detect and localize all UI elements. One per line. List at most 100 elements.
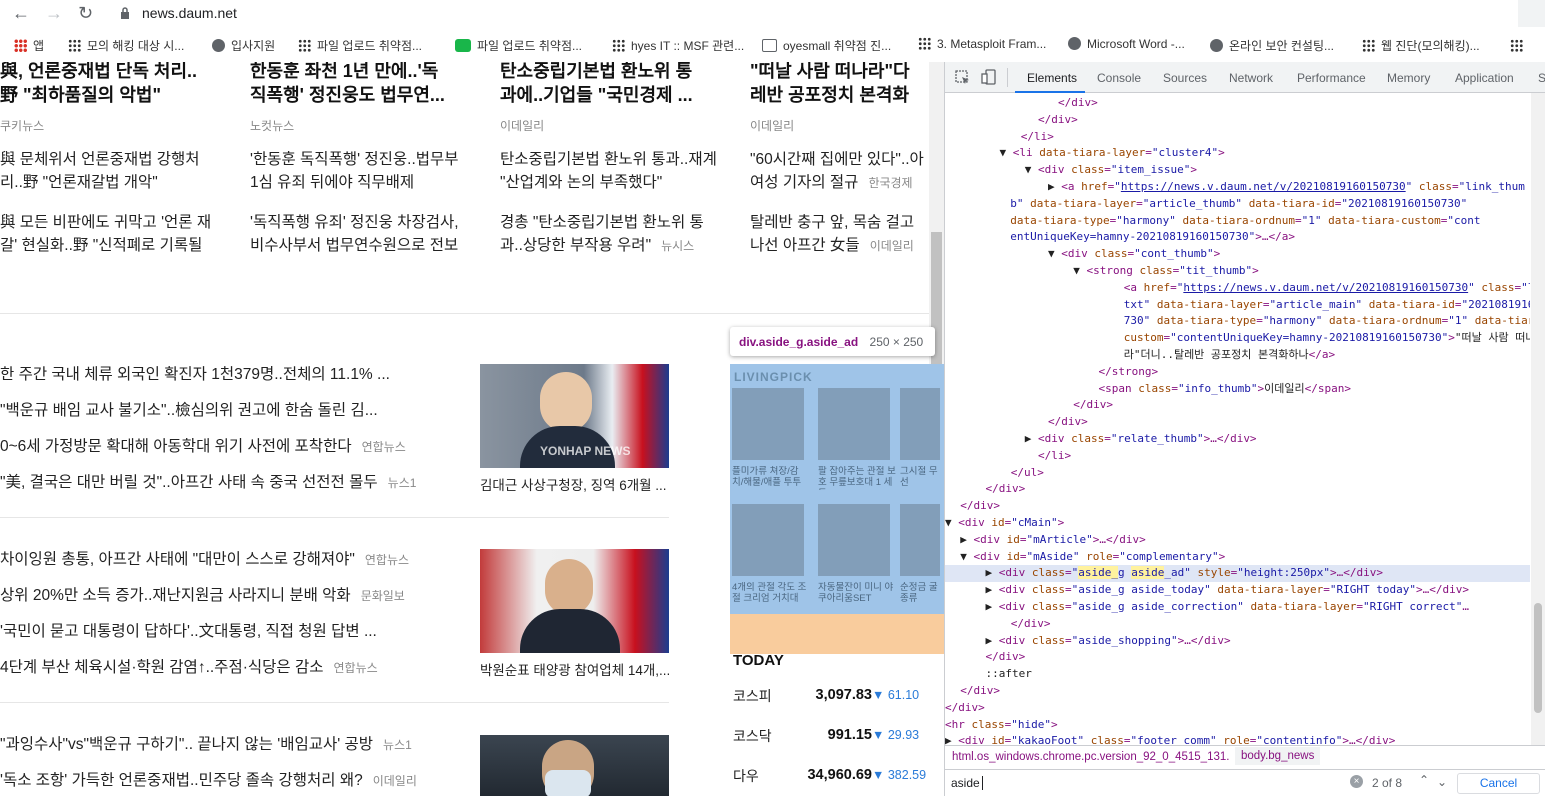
dom-node-line[interactable]: ::after: [945, 666, 1530, 683]
reload-icon[interactable]: ↻: [78, 4, 93, 22]
headline-item[interactable]: 0~6세 가정방문 확대해 아동학대 위기 사전에 포착한다 연합뉴스: [0, 434, 440, 456]
headline-text[interactable]: 차이잉원 총통, 아프간 사태에 "대만이 스스로 강해져야": [0, 551, 355, 568]
bookmark-item[interactable]: 파일 업로드 취약점...: [455, 37, 582, 54]
dom-node-line[interactable]: </div>: [945, 95, 1530, 112]
related-news-line[interactable]: "산업계와 논의 부족했다": [500, 171, 730, 194]
dom-node-line[interactable]: b" data-tiara-layer="article_thumb" data…: [945, 196, 1530, 213]
bookmark-item[interactable]: 모의 해킹 대상 시...: [68, 37, 184, 54]
dom-node-line[interactable]: </div>: [945, 649, 1530, 666]
devtools-tab-s[interactable]: S: [1538, 71, 1545, 85]
dom-node-line[interactable]: </div>: [945, 683, 1530, 700]
forward-icon[interactable]: →: [45, 4, 63, 22]
dom-node-line[interactable]: entUniqueKey=hamny-20210819160150730">…<…: [945, 229, 1530, 246]
devtools-tab-application[interactable]: Application: [1455, 71, 1514, 85]
dom-node-line[interactable]: </div>: [945, 481, 1530, 498]
index-name[interactable]: 다우: [733, 766, 759, 786]
ad-product-label[interactable]: 자동물잔이 미니 야쿠아리움SET: [818, 582, 898, 606]
dom-node-line[interactable]: </div>: [945, 616, 1530, 633]
related-news-text[interactable]: 갈' 현실화..野 "신적폐로 기록될: [0, 237, 202, 254]
related-news-line[interactable]: 비수사부서 법무연수원으로 전보: [250, 234, 480, 257]
related-news-line[interactable]: 갈' 현실화..野 "신적폐로 기록될: [0, 234, 230, 257]
related-news-line[interactable]: "60시간째 집에만 있다"..아: [750, 148, 944, 171]
bookmark-item[interactable]: Microsoft Word -...: [1068, 37, 1185, 51]
related-news-line[interactable]: 與 모든 비판에도 귀막고 '언론 재: [0, 211, 230, 234]
related-news-line[interactable]: 탄소중립기본법 환노위 통과..재계: [500, 148, 730, 171]
news-title-line[interactable]: 野 "최하품질의 악법": [0, 82, 230, 109]
dom-node-line[interactable]: </div>: [945, 397, 1530, 414]
dom-node-line[interactable]: <a href="https://news.v.daum.net/v/20210…: [945, 280, 1530, 297]
dom-node-line[interactable]: ▶ <div class="aside_shopping">…</div>: [945, 633, 1530, 650]
related-news-text[interactable]: 경총 "탄소중립기본법 환노위 통: [500, 214, 704, 231]
news-thumbnail[interactable]: YONHAP NEWS: [480, 364, 669, 468]
related-news-text[interactable]: 탄소중립기본법 환노위 통과..재계: [500, 151, 717, 168]
index-name[interactable]: 코스닥: [733, 726, 772, 746]
news-title-line[interactable]: 레반 공포정치 본격화: [750, 82, 944, 109]
headline-item[interactable]: 한 주간 국내 체류 외국인 확진자 1천379명..전체의 11.1% ...: [0, 362, 440, 384]
related-news-line[interactable]: 여성 기자의 절규 한국경제: [750, 171, 944, 195]
headline-item[interactable]: "과잉수사"vs"백운규 구하기".. 끝나지 않는 '배임교사' 공방 뉴스1: [0, 732, 440, 754]
bookmark-item[interactable]: oyesmall 취약점 진...: [762, 37, 891, 54]
dom-node-line[interactable]: 730" data-tiara-type="harmony" data-tiar…: [945, 313, 1530, 330]
headline-item[interactable]: '국민이 묻고 대통령이 답하다'..文대통령, 직접 청원 답변 ...: [0, 619, 440, 641]
dom-node-line[interactable]: ▼ <li data-tiara-layer="cluster4">: [945, 145, 1530, 162]
related-news-text[interactable]: "60시간째 집에만 있다"..아: [750, 151, 924, 168]
find-cancel-button[interactable]: Cancel: [1457, 773, 1540, 794]
dom-node-line[interactable]: </ul>: [945, 465, 1530, 482]
breadcrumb-html[interactable]: html.os_windows.chrome.pc.version_92_0_4…: [952, 751, 1229, 763]
related-news-text[interactable]: '독직폭행 유죄' 정진웅 차장검사,: [250, 214, 459, 231]
related-news-text[interactable]: 비수사부서 법무연수원으로 전보: [250, 237, 458, 254]
headline-text[interactable]: '국민이 묻고 대통령이 답하다'..文대통령, 직접 청원 답변 ...: [0, 623, 377, 640]
related-news-text[interactable]: 與 모든 비판에도 귀막고 '언론 재: [0, 214, 211, 231]
bookmark-item[interactable]: 웹 진단(모의해킹)...: [1362, 37, 1480, 54]
related-news-text[interactable]: 1심 유죄 뒤에야 직무배제: [250, 174, 414, 191]
dom-node-line[interactable]: </li>: [945, 129, 1530, 146]
headline-item[interactable]: 상위 20%만 소득 증가..재난지원금 사라지니 분배 악화 문화일보: [0, 583, 440, 605]
inspect-element-icon[interactable]: [955, 70, 971, 86]
related-news-text[interactable]: "산업계와 논의 부족했다": [500, 174, 662, 191]
related-news-text[interactable]: 과..상당한 부작용 우려": [500, 237, 651, 254]
bookmark-item[interactable]: hyes IT :: MSF 관련...: [612, 37, 744, 54]
devtools-scrollbar[interactable]: [1531, 93, 1545, 745]
devtools-tab-console[interactable]: Console: [1097, 71, 1141, 85]
related-news-line[interactable]: 1심 유죄 뒤에야 직무배제: [250, 171, 480, 194]
related-news-text[interactable]: 나선 아프간 女들: [750, 237, 860, 254]
news-title-line[interactable]: 과에..기업들 "국민경제 ...: [500, 82, 730, 109]
dom-node-line[interactable]: </div>: [945, 498, 1530, 515]
dom-node-line[interactable]: ▶ <div class="aside_g aside_today" data-…: [945, 582, 1530, 599]
related-news-line[interactable]: 리..野 "언론재갈법 개악": [0, 171, 230, 194]
related-news-text[interactable]: '한동훈 독직폭행' 정진웅..법무부: [250, 151, 459, 168]
thumbnail-caption[interactable]: 박원순표 태양광 참여업체 14개,...: [480, 659, 669, 679]
headline-item[interactable]: '독소 조항' 가득한 언론중재법..민주당 졸속 강행처리 왜? 이데일리: [0, 768, 440, 790]
dom-node-line[interactable]: ▶ <div class="relate_thumb">…</div>: [945, 431, 1530, 448]
headline-item[interactable]: 차이잉원 총통, 아프간 사태에 "대만이 스스로 강해져야" 연합뉴스: [0, 547, 440, 569]
find-input[interactable]: aside: [951, 776, 980, 790]
elements-dom-tree[interactable]: </div> </div> </li> ▼ <li data-tiara-lay…: [945, 93, 1530, 745]
dom-node-line[interactable]: ▶ <div class="aside_g aside_ad" style="h…: [945, 565, 1530, 583]
related-news-line[interactable]: 나선 아프간 女들 이데일리: [750, 234, 944, 258]
headline-text[interactable]: "美, 결국은 대만 버릴 것"..아프간 사태 속 중국 선전전 몰두: [0, 474, 378, 491]
headline-text[interactable]: '독소 조항' 가득한 언론중재법..민주당 졸속 강행처리 왜?: [0, 772, 363, 789]
related-news-text[interactable]: 리..野 "언론재갈법 개악": [0, 174, 158, 191]
clear-search-icon[interactable]: ×: [1350, 775, 1363, 788]
dom-node-line[interactable]: ▶ <div id="mArticle">…</div>: [945, 532, 1530, 549]
news-thumbnail[interactable]: [480, 549, 669, 653]
ad-product-image[interactable]: [818, 388, 890, 460]
related-news-line[interactable]: 與 문체위서 언론중재법 강행처: [0, 148, 230, 171]
devtools-tab-memory[interactable]: Memory: [1387, 71, 1430, 85]
ad-product-label[interactable]: 그시절 무선: [900, 466, 940, 490]
dom-node-line[interactable]: ▶ <a href="https://news.v.daum.net/v/202…: [945, 179, 1530, 196]
ad-product-image[interactable]: [818, 504, 890, 576]
related-news-line[interactable]: 과..상당한 부작용 우려" 뉴시스: [500, 234, 730, 258]
related-news-line[interactable]: 경총 "탄소중립기본법 환노위 통: [500, 211, 730, 234]
headline-text[interactable]: 4단계 부산 체육시설·학원 감염↑..주점·식당은 감소: [0, 659, 323, 676]
ad-product-label[interactable]: 4개의 관절 각도 조 절 크리엄 거치대: [732, 582, 812, 606]
dom-node-line[interactable]: <span class="info_thumb">이데일리</span>: [945, 381, 1530, 398]
related-news-text[interactable]: 탈레반 충구 앞, 목숨 걸고: [750, 214, 914, 231]
ad-product-label[interactable]: 순정금 굴 종류: [900, 582, 940, 606]
bookmark-item[interactable]: 3. Metasploit Fram...: [918, 37, 1046, 51]
related-news-text[interactable]: 與 문체위서 언론중재법 강행처: [0, 151, 200, 168]
dom-node-line[interactable]: ▼ <div class="item_issue">: [945, 162, 1530, 179]
dom-node-line[interactable]: ▼ <strong class="tit_thumb">: [945, 263, 1530, 280]
headline-text[interactable]: 한 주간 국내 체류 외국인 확진자 1천379명..전체의 11.1% ...: [0, 366, 390, 383]
related-news-line[interactable]: '한동훈 독직폭행' 정진웅..법무부: [250, 148, 480, 171]
